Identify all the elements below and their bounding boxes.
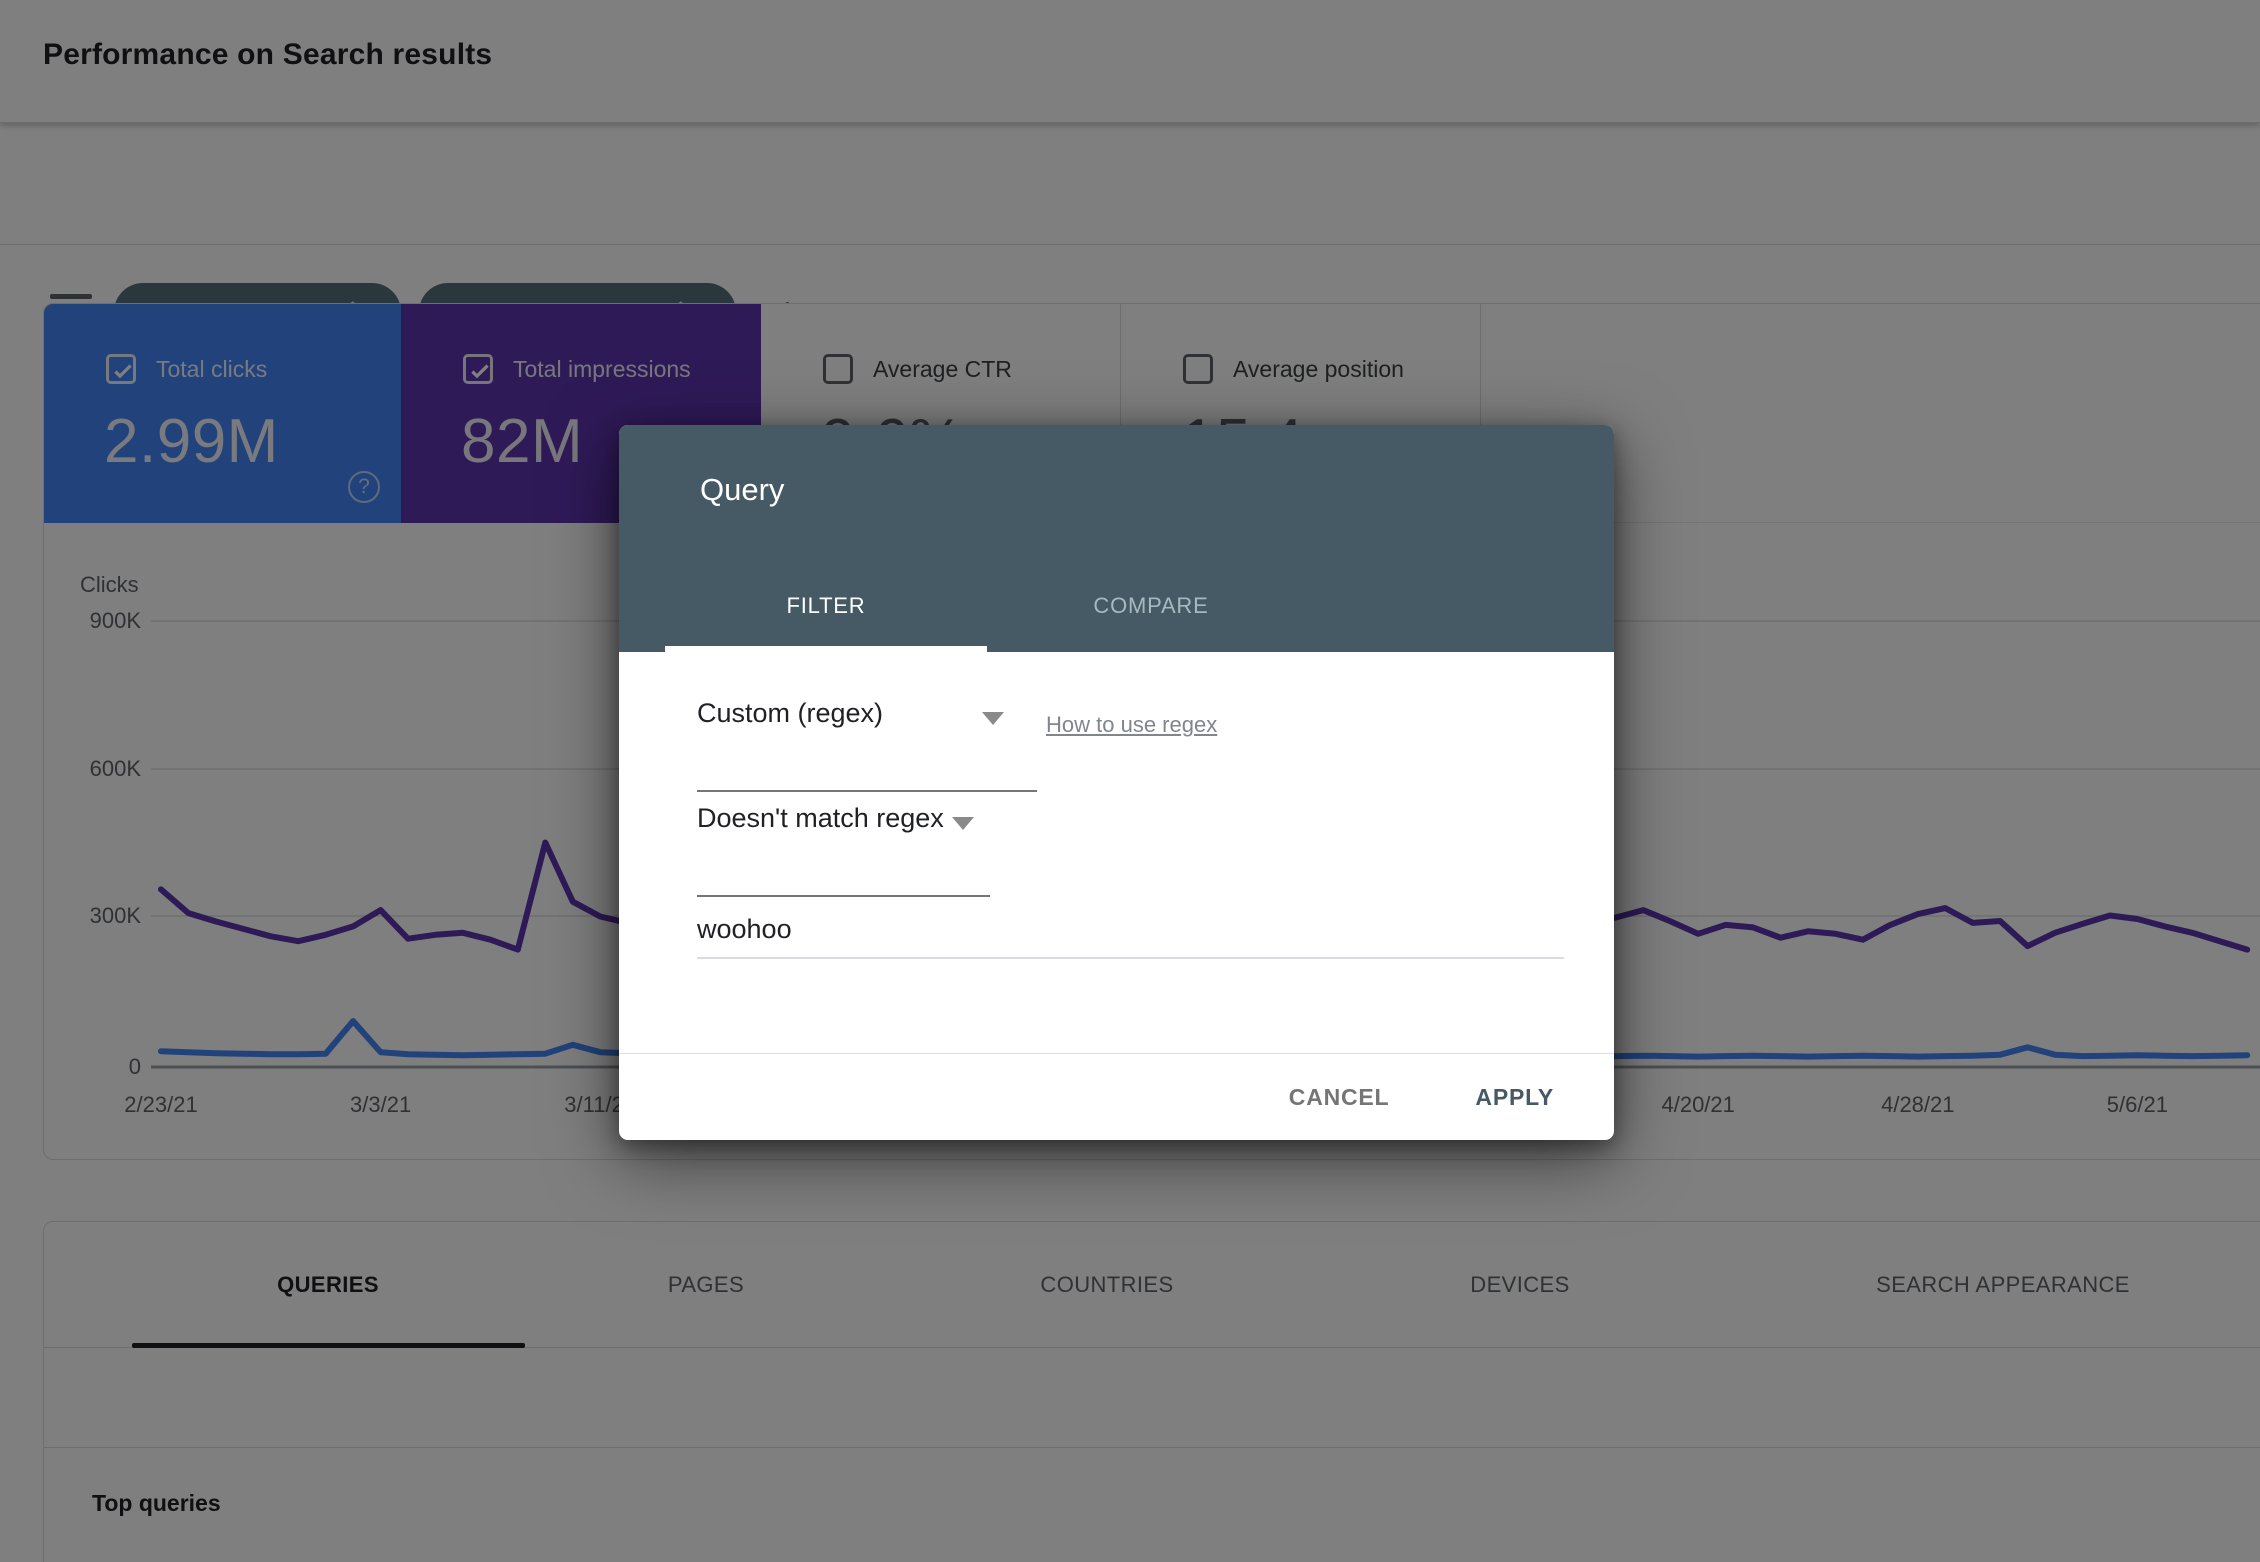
dialog-footer: CANCEL APPLY bbox=[619, 1053, 1614, 1140]
apply-button[interactable]: APPLY bbox=[1461, 1074, 1568, 1121]
dropdown-arrow-icon bbox=[982, 712, 1004, 725]
dropdown-arrow-icon bbox=[952, 817, 974, 830]
regex-value-input[interactable] bbox=[697, 907, 1564, 951]
input-underline bbox=[697, 957, 1564, 959]
cancel-button[interactable]: CANCEL bbox=[1275, 1074, 1404, 1121]
match-type-value: Doesn't match regex bbox=[697, 803, 944, 833]
performance-page: Performance on Search results Search typ… bbox=[0, 0, 2260, 1562]
filter-type-select[interactable]: Custom (regex) bbox=[697, 698, 1037, 792]
regex-help-link[interactable]: How to use regex bbox=[1046, 712, 1217, 738]
dialog-tab-filter[interactable]: FILTER bbox=[665, 565, 987, 646]
select-underline bbox=[697, 790, 1037, 792]
dialog-title: Query bbox=[700, 472, 785, 507]
filter-type-value: Custom (regex) bbox=[697, 698, 884, 728]
match-type-select[interactable]: Doesn't match regex bbox=[697, 803, 990, 897]
dialog-body: Custom (regex) How to use regex Doesn't … bbox=[619, 652, 1614, 1053]
dialog-tab-compare[interactable]: COMPARE bbox=[990, 565, 1312, 646]
query-filter-dialog: Query FILTER COMPARE Custom (regex) How … bbox=[619, 425, 1614, 1140]
select-underline bbox=[697, 895, 990, 897]
dialog-header: Query FILTER COMPARE bbox=[619, 425, 1614, 652]
